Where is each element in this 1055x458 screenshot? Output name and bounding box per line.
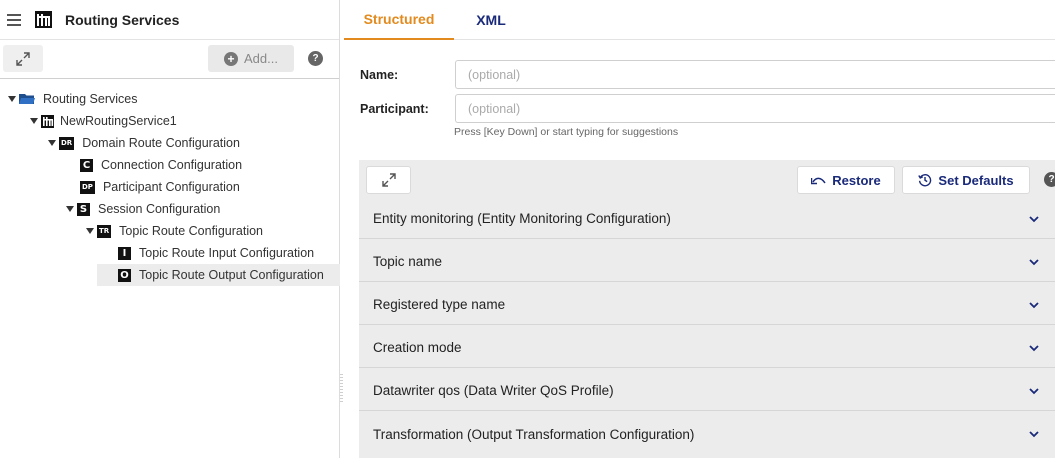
sidebar-toolbar: + Add... ? <box>0 40 339 79</box>
chevron-down-icon <box>1029 302 1039 309</box>
tree-item-label: Routing Services <box>43 92 138 106</box>
participant-input[interactable] <box>455 94 1055 123</box>
section-label: Datawriter qos (Data Writer QoS Profile) <box>373 383 614 398</box>
editor-panel: Structured XML Name: Participant: Press … <box>344 0 1055 458</box>
tree-item-session[interactable]: S Session Configuration <box>66 198 220 220</box>
tr-badge-icon: TR <box>97 224 112 238</box>
section-registered-type-name[interactable]: Registered type name <box>359 285 1055 325</box>
history-icon <box>918 174 932 187</box>
name-label: Name: <box>360 67 399 82</box>
panel-splitter-handle[interactable] <box>340 374 343 402</box>
tree-item-label: Session Configuration <box>98 202 221 216</box>
name-input[interactable] <box>455 60 1055 89</box>
restore-button[interactable]: Restore <box>797 166 895 194</box>
caret-down-icon[interactable] <box>66 206 74 212</box>
tree-item-label: NewRoutingService1 <box>60 114 177 128</box>
set-defaults-label: Set Defaults <box>938 172 1014 188</box>
chevron-down-icon <box>1029 431 1039 438</box>
chevron-down-icon <box>1029 216 1039 223</box>
left-sidebar: Routing Services + Add... ? Routing Serv… <box>0 0 340 458</box>
participant-label: Participant: <box>360 101 429 116</box>
caret-down-icon[interactable] <box>48 140 56 146</box>
tree-item-label: Participant Configuration <box>102 180 240 194</box>
section-topic-name[interactable]: Topic name <box>359 242 1055 282</box>
expand-icon <box>381 173 396 187</box>
tree-item-topic-route-output[interactable]: O Topic Route Output Configuration <box>97 264 340 286</box>
tree-item-label: Topic Route Configuration <box>119 224 264 238</box>
set-defaults-button[interactable]: Set Defaults <box>902 166 1030 194</box>
sidebar-header: Routing Services <box>0 0 339 40</box>
section-label: Topic name <box>373 254 443 269</box>
connection-badge-icon: C <box>80 158 93 172</box>
tree-item-domain-route[interactable]: DR Domain Route Configuration <box>48 132 240 154</box>
input-badge-icon: I <box>118 246 131 260</box>
sidebar-title: Routing Services <box>65 11 180 28</box>
tree-item-label: Topic Route Output Configuration <box>139 268 324 282</box>
dp-badge-icon: DP <box>80 180 95 194</box>
tree-item-participant[interactable]: DP Participant Configuration <box>80 176 240 198</box>
output-badge-icon: O <box>118 268 131 282</box>
add-button-label: Add... <box>244 51 278 66</box>
section-label: Registered type name <box>373 297 506 312</box>
chevron-down-icon <box>1029 388 1039 395</box>
add-button[interactable]: + Add... <box>208 45 294 72</box>
tab-structured[interactable]: Structured <box>344 0 454 40</box>
participant-row: Participant: <box>360 94 1055 123</box>
session-badge-icon: S <box>77 202 90 216</box>
expand-icon <box>16 51 30 66</box>
tree-item-new-routing-service[interactable]: NewRoutingService1 <box>30 110 177 132</box>
hamburger-menu-icon[interactable] <box>7 13 21 26</box>
tree-item-label: Topic Route Input Configuration <box>139 246 315 260</box>
expand-all-button[interactable] <box>366 166 411 194</box>
chevron-down-icon <box>1029 259 1039 266</box>
properties-panel: Restore Set Defaults ? Entity monitoring… <box>359 160 1055 458</box>
section-transformation[interactable]: Transformation (Output Transformation Co… <box>359 414 1055 454</box>
tree-item-label: Domain Route Configuration <box>82 136 240 150</box>
restore-label: Restore <box>832 172 881 188</box>
section-entity-monitoring[interactable]: Entity monitoring (Entity Monitoring Con… <box>359 199 1055 239</box>
folder-open-icon <box>19 94 35 104</box>
tree-item-routing-services[interactable]: Routing Services <box>8 88 138 110</box>
chevron-down-icon <box>1029 345 1039 352</box>
section-datawriter-qos[interactable]: Datawriter qos (Data Writer QoS Profile) <box>359 371 1055 411</box>
tree-item-connection[interactable]: C Connection Configuration <box>80 154 242 176</box>
properties-toolbar: Restore Set Defaults ? <box>359 160 1055 199</box>
caret-down-icon[interactable] <box>86 228 94 234</box>
panel-help-icon[interactable]: ? <box>1044 172 1055 187</box>
tree-item-topic-route-input[interactable]: I Topic Route Input Configuration <box>118 242 314 264</box>
caret-down-icon[interactable] <box>30 118 38 124</box>
tree-item-label: Connection Configuration <box>101 158 243 172</box>
editor-tabs: Structured XML <box>344 0 1055 40</box>
section-label: Entity monitoring (Entity Monitoring Con… <box>373 211 671 226</box>
plus-icon: + <box>224 51 239 66</box>
tree-item-topic-route[interactable]: TR Topic Route Configuration <box>86 220 263 242</box>
undo-icon <box>811 177 826 184</box>
caret-down-icon[interactable] <box>8 96 16 102</box>
section-label: Transformation (Output Transformation Co… <box>373 426 695 442</box>
name-row: Name: <box>360 60 1055 89</box>
expand-tree-button[interactable] <box>3 45 43 72</box>
dr-badge-icon: DR <box>59 136 75 150</box>
section-label: Creation mode <box>373 340 462 355</box>
routing-service-logo-icon <box>35 11 52 28</box>
sidebar-help-icon[interactable]: ? <box>308 51 323 66</box>
routing-service-icon <box>41 114 54 128</box>
participant-hint: Press [Key Down] or start typing for sug… <box>454 126 679 138</box>
tab-xml[interactable]: XML <box>454 0 528 40</box>
section-creation-mode[interactable]: Creation mode <box>359 328 1055 368</box>
